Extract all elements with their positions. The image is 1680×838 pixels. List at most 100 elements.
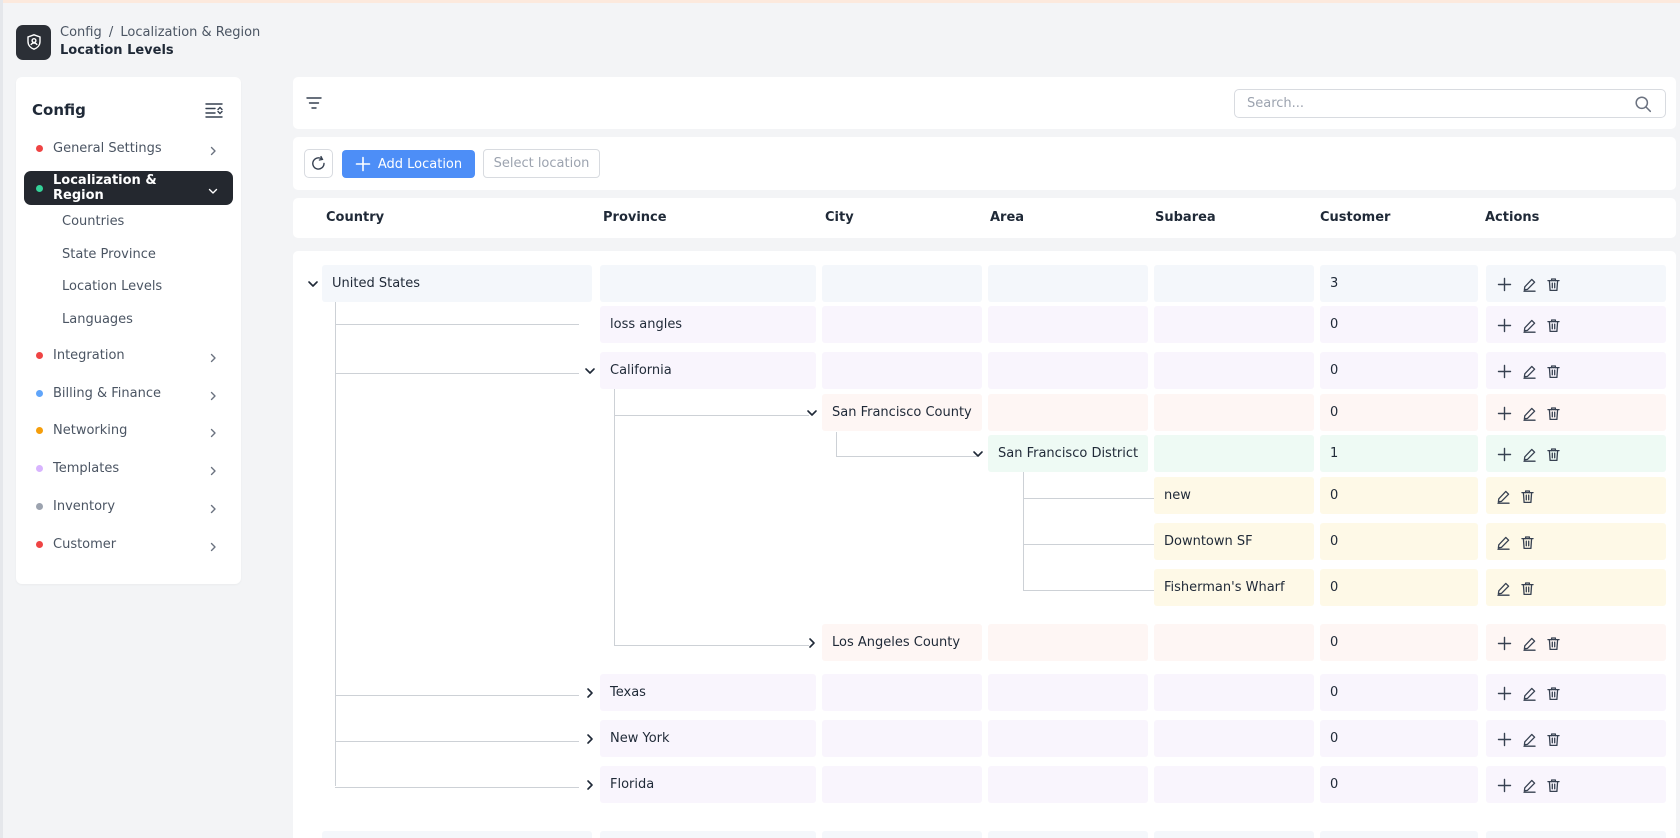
plus-icon[interactable]	[1496, 777, 1512, 793]
table-header	[293, 198, 1676, 238]
page-header: Config / Localization & Region Location …	[16, 22, 260, 62]
tree-line	[335, 373, 579, 374]
trash-icon[interactable]	[1545, 405, 1561, 421]
plus-icon[interactable]	[1496, 363, 1512, 379]
chevron-down-icon[interactable]	[305, 276, 321, 292]
sidebar-item-label: Localization & Region	[53, 173, 157, 203]
chevron-right-icon[interactable]	[582, 731, 598, 747]
customer-count-cell: 0	[1320, 624, 1478, 661]
trash-icon[interactable]	[1519, 488, 1535, 504]
sidebar-subitem[interactable]: State Province	[62, 245, 156, 265]
actions-cell	[1486, 523, 1666, 560]
trash-icon[interactable]	[1545, 276, 1561, 292]
plus-icon[interactable]	[1496, 635, 1512, 651]
plus-icon	[355, 156, 371, 172]
sidebar-item[interactable]: Inventory	[24, 489, 233, 523]
add-location-button[interactable]: Add Location	[342, 150, 475, 178]
pencil-icon[interactable]	[1495, 488, 1511, 504]
sidebar-item[interactable]: Integration	[24, 338, 233, 372]
empty-cell	[1154, 674, 1314, 711]
pencil-icon[interactable]	[1521, 317, 1537, 333]
chevron-right-icon[interactable]	[582, 777, 598, 793]
trash-icon[interactable]	[1545, 363, 1561, 379]
pencil-icon[interactable]	[1521, 635, 1537, 651]
empty-cell	[1154, 435, 1314, 472]
empty-cell	[1154, 394, 1314, 431]
actions-cell	[1486, 720, 1666, 757]
sidebar-subitem[interactable]: Location Levels	[62, 277, 162, 297]
pencil-icon[interactable]	[1521, 363, 1537, 379]
sidebar-item[interactable]: Billing & Finance	[24, 376, 233, 410]
plus-icon[interactable]	[1496, 317, 1512, 333]
plus-icon[interactable]	[1496, 446, 1512, 462]
pencil-icon[interactable]	[1495, 534, 1511, 550]
actions-cell	[1486, 265, 1666, 302]
chevron-down-icon[interactable]	[804, 405, 820, 421]
refresh-icon	[310, 155, 327, 172]
chevron-right-icon[interactable]	[582, 685, 598, 701]
trash-icon[interactable]	[1545, 685, 1561, 701]
status-dot	[36, 426, 43, 434]
plus-icon[interactable]	[1496, 731, 1512, 747]
trash-icon[interactable]	[1545, 635, 1561, 651]
column-header: City	[825, 210, 854, 225]
sidebar-item[interactable]: Networking	[24, 413, 233, 447]
sidebar-item[interactable]: Templates	[24, 451, 233, 485]
trash-icon[interactable]	[1545, 317, 1561, 333]
trash-icon[interactable]	[1545, 777, 1561, 793]
plus-icon[interactable]	[1496, 405, 1512, 421]
filter-icon[interactable]	[305, 94, 323, 112]
location-name-cell: California	[600, 352, 816, 389]
pencil-icon[interactable]	[1521, 276, 1537, 292]
trash-icon[interactable]	[1519, 534, 1535, 550]
search-icon[interactable]	[1633, 94, 1653, 114]
select-location-dropdown[interactable]: Select location	[483, 149, 600, 178]
pencil-icon[interactable]	[1521, 405, 1537, 421]
select-location-placeholder: Select location	[493, 156, 590, 171]
search-input[interactable]	[1235, 90, 1633, 117]
sidebar-title: Config	[32, 101, 86, 119]
tree-line	[1023, 544, 1161, 545]
refresh-button[interactable]	[304, 149, 333, 178]
collapse-menu-icon[interactable]	[204, 101, 224, 119]
status-dot	[36, 351, 43, 359]
chevron-down-icon[interactable]	[582, 363, 598, 379]
column-header: Actions	[1485, 210, 1540, 225]
customer-count-cell: 0	[1320, 766, 1478, 803]
sidebar-item[interactable]: General Settings	[24, 131, 233, 165]
location-name: loss angles	[610, 317, 683, 332]
breadcrumb-parent[interactable]: Config	[60, 25, 102, 40]
sidebar-subitem[interactable]: Languages	[62, 310, 133, 330]
tree-line	[1023, 590, 1161, 591]
trash-icon[interactable]	[1545, 731, 1561, 747]
pencil-icon[interactable]	[1521, 685, 1537, 701]
next-row-cell	[822, 831, 982, 838]
plus-icon[interactable]	[1496, 276, 1512, 292]
plus-icon[interactable]	[1496, 685, 1512, 701]
sidebar-item[interactable]: Localization & Region	[24, 171, 233, 205]
actions-cell	[1486, 435, 1666, 472]
trash-icon[interactable]	[1545, 446, 1561, 462]
customer-count-cell: 1	[1320, 435, 1478, 472]
pencil-icon[interactable]	[1521, 446, 1537, 462]
sidebar-subitem[interactable]: Countries	[62, 212, 124, 232]
trash-icon[interactable]	[1519, 580, 1535, 596]
breadcrumb-section[interactable]: Localization & Region	[120, 25, 260, 40]
pencil-icon[interactable]	[1495, 580, 1511, 596]
sidebar-item[interactable]: Customer	[24, 527, 233, 561]
pencil-icon[interactable]	[1521, 731, 1537, 747]
pencil-icon[interactable]	[1521, 777, 1537, 793]
chevron-right-icon	[207, 424, 219, 438]
actions-cell	[1486, 477, 1666, 514]
empty-cell	[822, 720, 982, 757]
customer-count: 0	[1330, 777, 1339, 792]
customer-count: 0	[1330, 635, 1339, 650]
chevron-right-icon[interactable]	[804, 635, 820, 651]
chevron-down-icon[interactable]	[970, 446, 986, 462]
next-row-cell	[1320, 831, 1478, 838]
location-name-cell: United States	[322, 265, 592, 302]
user-shield-icon[interactable]	[16, 24, 51, 60]
empty-cell	[988, 306, 1148, 343]
empty-cell	[822, 265, 982, 302]
search-box[interactable]	[1234, 89, 1666, 118]
